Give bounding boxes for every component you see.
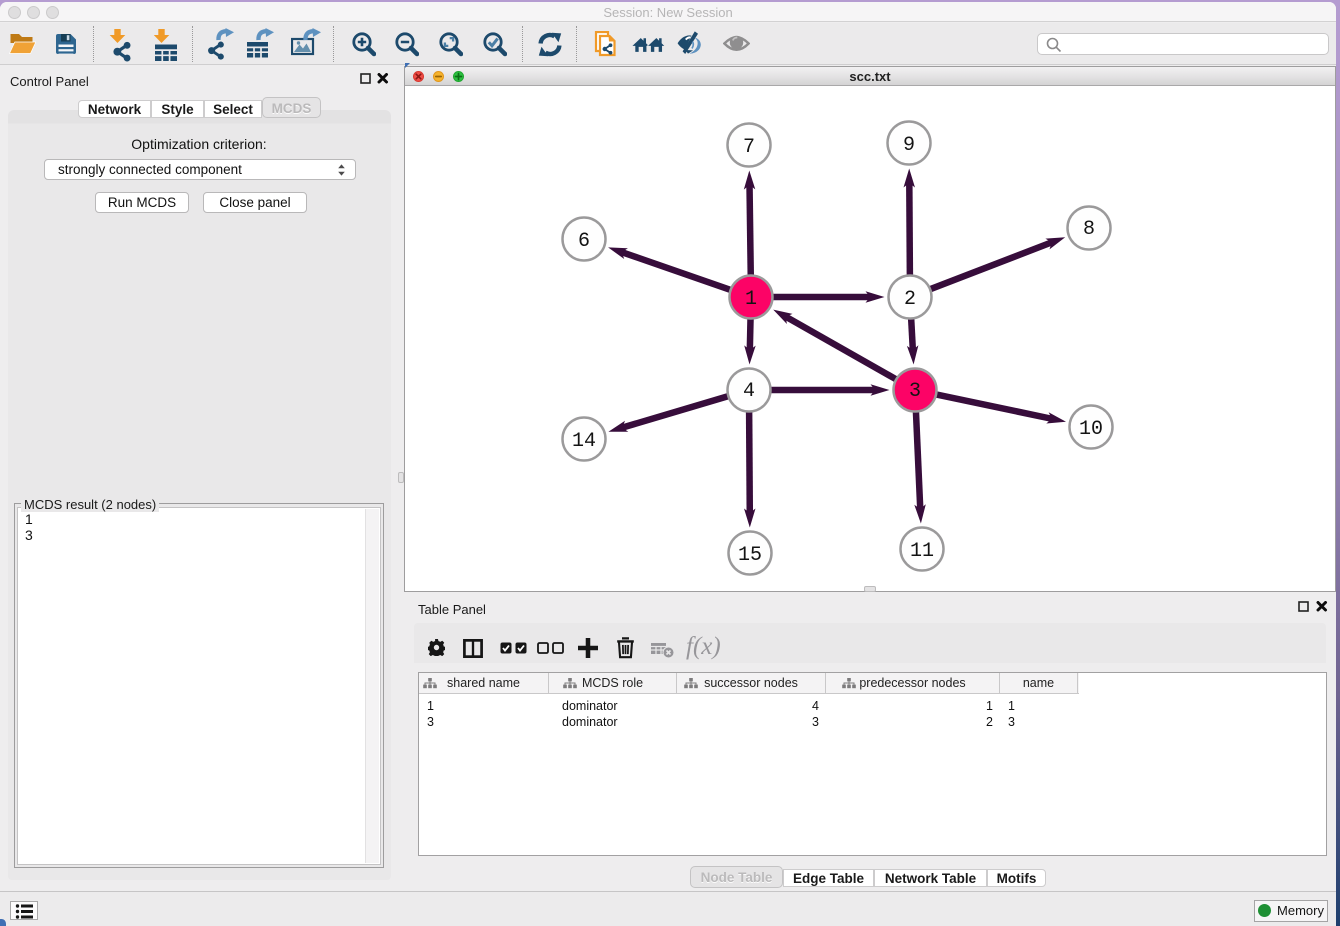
svg-text:6: 6 (578, 230, 590, 253)
svg-text:15: 15 (738, 544, 762, 567)
svg-text:3: 3 (909, 380, 921, 403)
svg-text:8: 8 (1083, 218, 1095, 241)
svg-text:9: 9 (903, 134, 915, 157)
svg-text:2: 2 (904, 288, 916, 311)
svg-text:14: 14 (572, 430, 596, 453)
svg-text:1: 1 (745, 288, 757, 311)
svg-text:11: 11 (910, 540, 934, 563)
svg-text:7: 7 (743, 136, 755, 159)
svg-text:4: 4 (743, 380, 755, 403)
svg-text:10: 10 (1079, 418, 1103, 441)
